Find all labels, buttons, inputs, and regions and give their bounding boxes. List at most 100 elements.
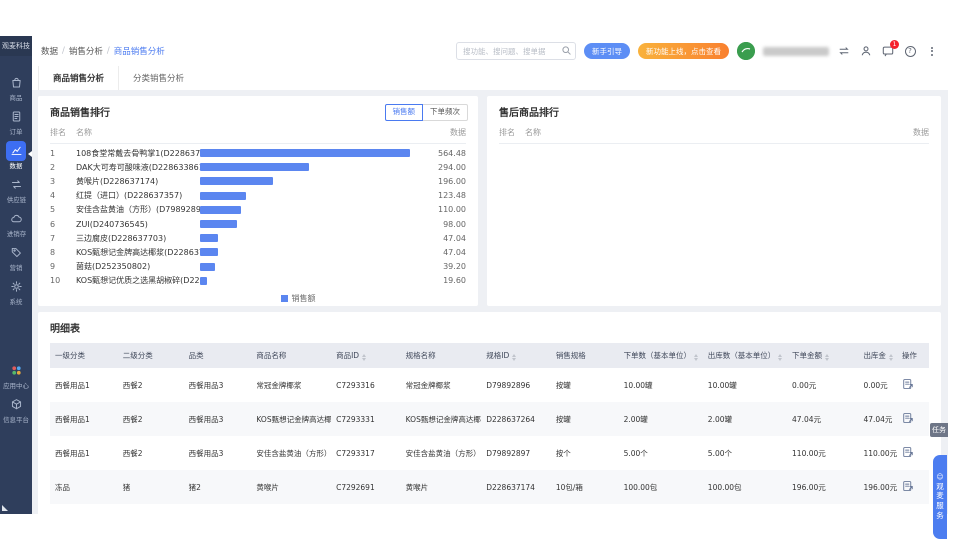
table-cell: 冻品 — [50, 470, 118, 504]
contact-icon[interactable] — [859, 44, 873, 58]
sidebar-item-shangpin[interactable]: 商品 — [0, 70, 32, 104]
column-header-7[interactable]: 规格ID — [481, 343, 551, 368]
bar-zone — [200, 262, 412, 271]
table-cell: 24.00包 — [703, 504, 787, 514]
after-sale-rank-panel: 售后商品排行 排名 名称 数据 — [487, 96, 941, 306]
help-icon[interactable]: ? — [903, 44, 917, 58]
sort-icon[interactable] — [362, 354, 367, 361]
sort-icon[interactable] — [694, 354, 699, 361]
shuju-icon — [6, 140, 26, 161]
table-row: 西餐用品1 西餐2 西餐用品3 KOS甄想记金牌高达椰浆 C7293331 KOS甄想记金… — [50, 402, 929, 436]
table-cell: 2.00罐 — [702, 402, 788, 436]
search-input[interactable] — [456, 42, 576, 60]
search-icon[interactable] — [561, 45, 572, 56]
customer-service-floating-tab[interactable]: ☺ 观麦服务 — [933, 455, 947, 539]
column-header-5[interactable]: 商品ID — [331, 343, 401, 368]
rank-row: 8 KOS甄想记金牌高达椰浆(D228637264) 47.04 — [50, 245, 466, 259]
sales-bar — [200, 205, 241, 214]
sidebar-item-dingdan[interactable]: 订单 — [0, 104, 32, 138]
table-cell: 564.48元 — [858, 504, 896, 514]
xinxipingtai-icon — [6, 395, 26, 415]
sort-icon[interactable] — [778, 354, 783, 361]
dingdan-icon — [6, 107, 26, 127]
sidebar-item-xitong[interactable]: 系统 — [0, 274, 32, 308]
smiley-icon: ☺ — [936, 472, 944, 481]
xitong-icon — [6, 277, 26, 297]
sidebar-item-label: 系统 — [9, 297, 23, 306]
bar-zone — [200, 205, 412, 214]
breadcrumb-separator: / — [62, 46, 65, 56]
sales-value: 39.20 — [443, 262, 466, 272]
sidebar-collapse-arrow[interactable] — [2, 505, 8, 511]
table-cell: KOS甄想记金牌高达椰浆 — [400, 402, 482, 436]
table-cell: 100.00包 — [702, 470, 788, 504]
sidebar-item-yingxiao[interactable]: 营销 — [0, 240, 32, 274]
table-cell: KOS甄想记金牌高达椰浆 — [251, 402, 332, 436]
col-value: 数据 — [913, 128, 929, 137]
column-header-11[interactable]: 下单金额 — [787, 343, 859, 368]
table-cell: 安佳含盐黄油（方形） — [405, 448, 481, 458]
sort-icon[interactable] — [888, 354, 893, 361]
main-content: 商品销售排行 销售额 下单频次 排名 名称 数据 1 108食堂常戴去骨鸭掌1(D… — [32, 90, 948, 514]
toggle-sales-amount[interactable]: 销售额 — [384, 104, 423, 121]
view-detail-button[interactable] — [902, 378, 914, 390]
topbar: 数据 / 销售分析 / 商品销售分析 新手引导 新功能上线，点击查看 — [32, 36, 948, 66]
column-header-10[interactable]: 出库数（基本单位） — [702, 343, 788, 368]
sidebar-bottom-items: 应用中心 信息平台 — [0, 358, 32, 426]
bar-zone — [200, 149, 412, 158]
view-detail-icon — [903, 379, 913, 389]
operation-cell — [897, 368, 929, 402]
username-redacted — [763, 46, 829, 56]
app-frame: 观麦科技 商品 订单 数据 供应链 进销存 营销 系统 应用中心 信息平台 数据 / 销售分析… — [0, 14, 948, 539]
view-detail-icon — [903, 447, 913, 457]
guide-button[interactable]: 新手引导 — [584, 43, 630, 59]
yingxiao-icon — [6, 243, 26, 263]
message-icon[interactable]: 1 — [881, 40, 899, 58]
breadcrumb-data[interactable]: 数据 — [41, 45, 58, 57]
table-cell: 冻品 — [50, 504, 118, 514]
toggle-order-frequency[interactable]: 下单频次 — [422, 104, 468, 121]
sidebar-item-shuju[interactable]: 数据 — [0, 138, 32, 172]
legend-label: 销售额 — [291, 293, 316, 303]
sidebar-item-gongyinglian[interactable]: 供应链 — [0, 172, 32, 206]
table-cell: 196.00元 — [787, 470, 859, 504]
product-name: KOS甄想记金牌高达椰浆(D228637264) — [76, 247, 200, 257]
chart-legend: 销售额 — [50, 293, 466, 304]
sort-icon[interactable] — [512, 354, 517, 361]
sidebar-item-yingyongzhongxin[interactable]: 应用中心 — [0, 358, 32, 392]
column-header-9[interactable]: 下单数（基本单位） — [618, 343, 703, 368]
col-value: 数据 — [450, 128, 466, 137]
table-cell: 西餐2 — [122, 448, 143, 458]
avatar[interactable] — [737, 42, 755, 60]
sales-bar — [200, 163, 310, 172]
more-icon[interactable] — [925, 44, 939, 58]
sort-icon[interactable] — [825, 354, 830, 361]
tab-product-sales[interactable]: 商品销售分析 — [38, 66, 120, 90]
switch-account-icon[interactable] — [837, 44, 851, 58]
promo-button[interactable]: 新功能上线，点击查看 — [638, 43, 729, 59]
table-row: 冻品鸭鸭108食堂常戴去骨鸭掌C7293011108食堂常戴去骨鸭掌1D2286… — [50, 504, 929, 514]
after-sale-list-header: 排名 名称 数据 — [499, 119, 929, 144]
view-detail-button[interactable] — [902, 446, 914, 458]
sales-value: 123.48 — [438, 191, 466, 201]
view-detail-button[interactable] — [902, 412, 914, 424]
sales-bar — [200, 191, 246, 200]
rank-number: 2 — [50, 162, 56, 172]
sidebar-item-xinxipingtai[interactable]: 信息平台 — [0, 392, 32, 426]
detail-section: 明细表 一级分类 二级分类 品类 商品名称 商品ID 规格名称 规格ID 销售规格 下单数（基本… — [38, 312, 941, 514]
bar-zone — [200, 177, 412, 186]
task-floating-tab[interactable]: 任务 — [930, 423, 948, 437]
view-detail-button[interactable] — [902, 480, 914, 492]
column-header-2: 二级分类 — [117, 343, 184, 368]
brand-logo: 观麦科技 — [0, 36, 32, 56]
tab-category-sales[interactable]: 分类销售分析 — [119, 66, 198, 90]
rank-rows: 1 108食堂常戴去骨鸭掌1(D228637144) 564.48 2 DAK大可寿可酸… — [50, 146, 466, 288]
table-cell: 西餐用品1 — [55, 380, 90, 390]
table-cell: 猪2 — [183, 470, 252, 504]
rank-row: 7 三边腐皮(D228637703) 47.04 — [50, 231, 466, 245]
table-cell: 47.04元 — [787, 402, 859, 436]
sidebar-item-jinxiaocun[interactable]: 进销存 — [0, 206, 32, 240]
rank-number: 7 — [50, 233, 56, 243]
breadcrumb-sales-analysis[interactable]: 销售分析 — [69, 45, 103, 57]
column-header-12[interactable]: 出库金 — [858, 343, 897, 368]
